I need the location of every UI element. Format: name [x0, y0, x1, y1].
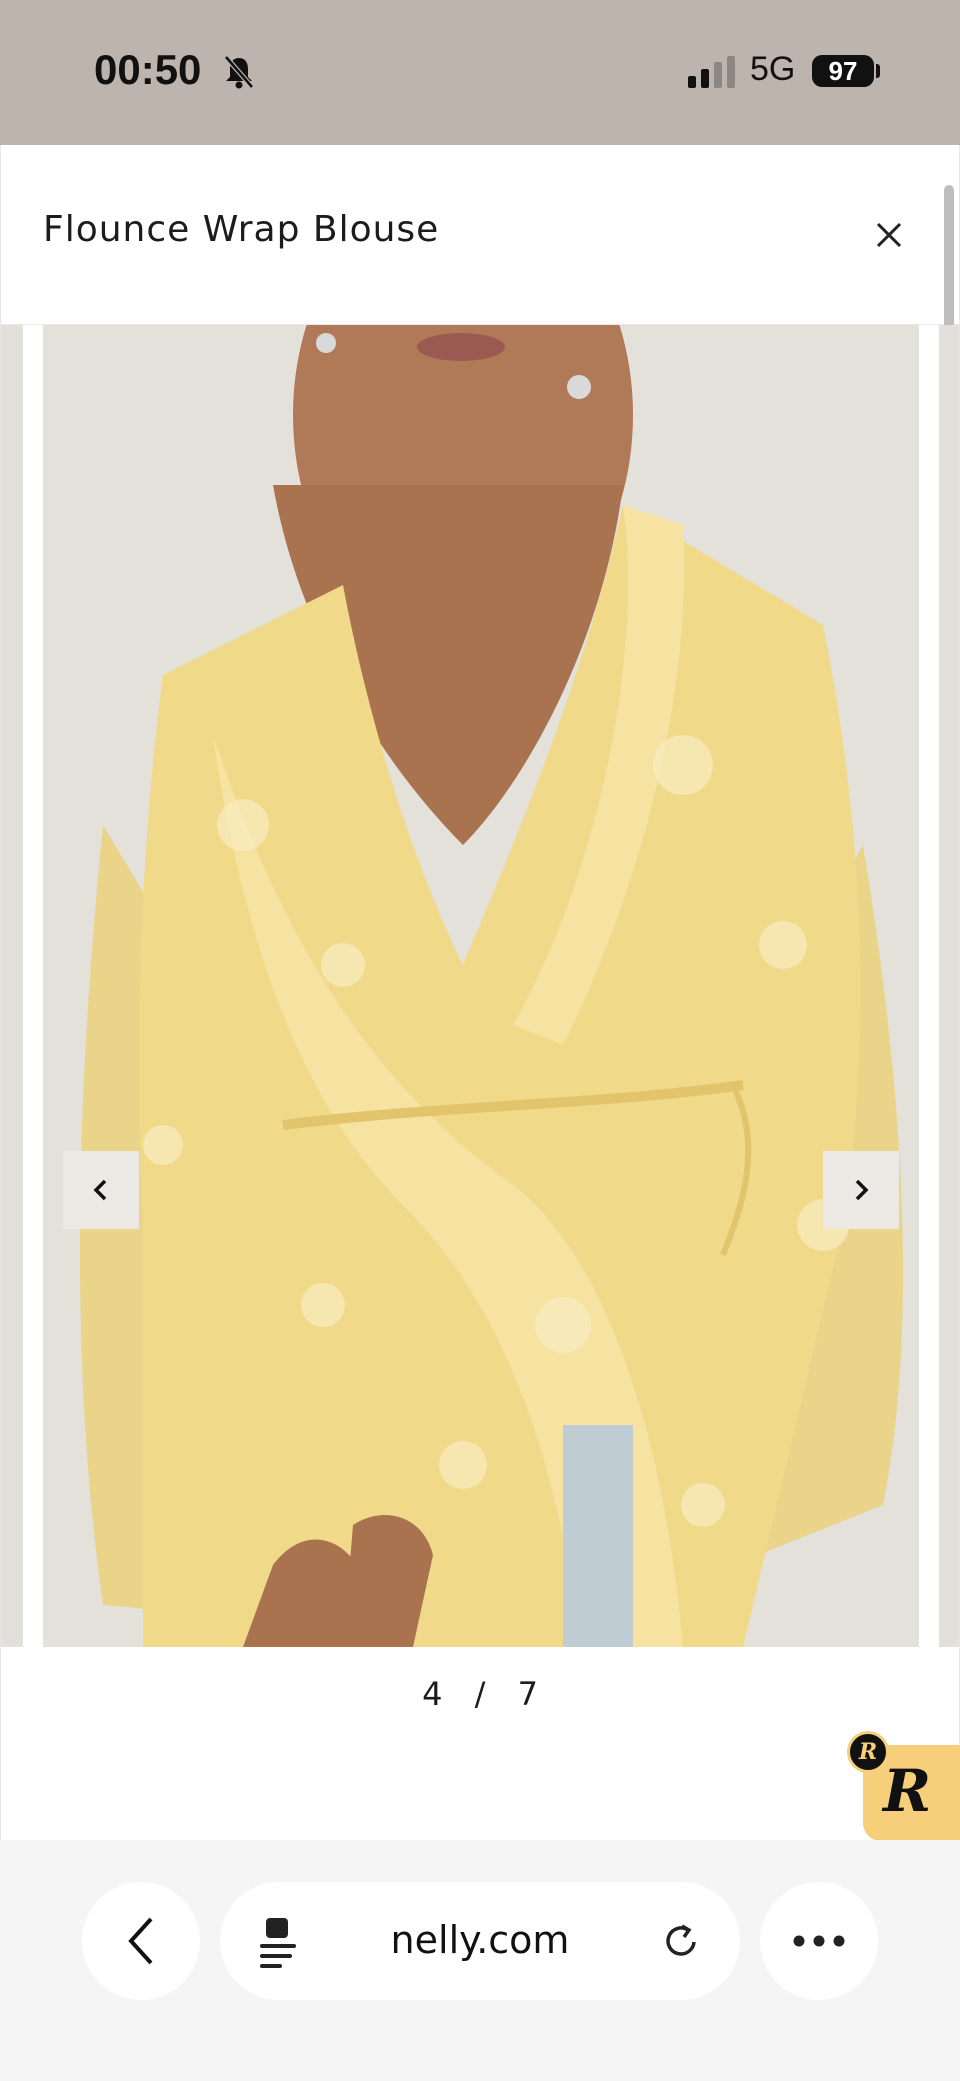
product-image-modal: Flounce Wrap Blouse 4 / 7 R R — [0, 145, 960, 1841]
chevron-right-icon — [855, 1179, 869, 1201]
pager-total: 7 — [517, 1675, 538, 1713]
rewards-badge-dot: R — [847, 1731, 889, 1773]
image-pager: 4 / 7 — [1, 1675, 959, 1713]
chevron-left-icon — [128, 1917, 153, 1965]
chevron-left-icon — [93, 1179, 107, 1201]
next-image-button[interactable] — [823, 1151, 899, 1229]
battery-nub — [876, 64, 880, 78]
modal-title: Flounce Wrap Blouse — [43, 209, 440, 250]
network-type: 5G — [750, 50, 796, 88]
close-icon[interactable] — [869, 215, 909, 255]
rewards-badge-letter: R — [883, 1757, 932, 1825]
image-gallery[interactable] — [1, 325, 959, 1647]
next-image-peek — [939, 325, 959, 1647]
previous-image-peek — [1, 325, 23, 1647]
previous-image-button[interactable] — [63, 1151, 139, 1229]
reload-icon[interactable] — [660, 1920, 704, 1964]
pager-current: 4 — [422, 1675, 443, 1713]
address-bar[interactable]: nelly.com — [220, 1882, 740, 2000]
status-bar: 00:50 5G 97 — [0, 0, 960, 145]
more-icon — [793, 1935, 845, 1947]
silent-bell-icon — [224, 55, 254, 89]
battery-level: 97 — [812, 55, 874, 87]
back-button[interactable] — [82, 1882, 200, 2000]
browser-toolbar: nelly.com — [0, 1840, 960, 2081]
product-photo — [43, 325, 919, 1647]
status-time: 00:50 — [94, 46, 202, 93]
pager-separator: / — [474, 1675, 486, 1713]
signal-icon — [688, 56, 735, 88]
modal-header: Flounce Wrap Blouse — [1, 145, 959, 325]
more-button[interactable] — [760, 1882, 878, 2000]
